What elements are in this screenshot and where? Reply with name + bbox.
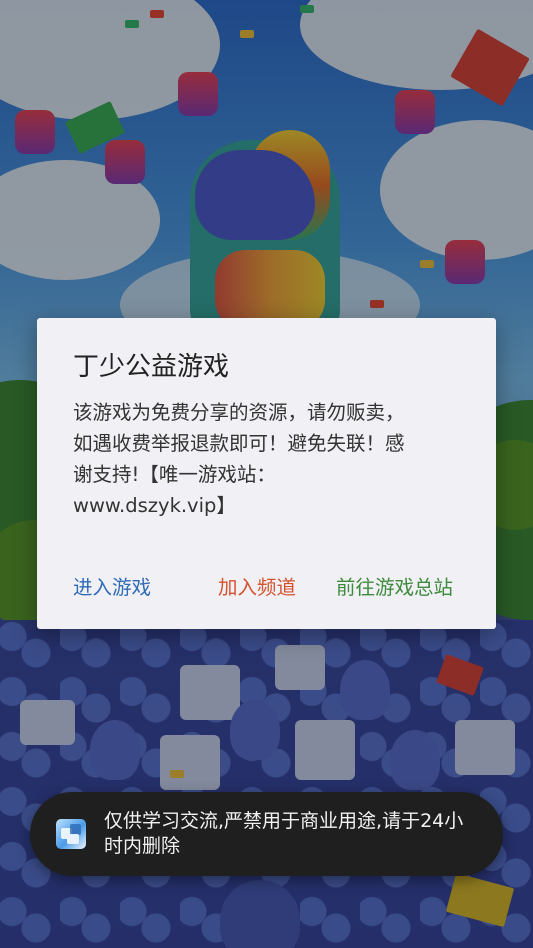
game-app-icon: [56, 819, 86, 849]
dialog-message: 该游戏为免费分享的资源，请勿贩卖，如遇收费举报退款即可！避免失联！感谢支持!【唯…: [73, 401, 405, 517]
toast-text: 仅供学习交流,严禁用于商业用途,请于24小时内删除: [104, 810, 464, 857]
dialog-title: 丁少公益游戏: [73, 352, 230, 382]
join-channel-button[interactable]: 加入频道: [218, 570, 296, 606]
dialog-button-bar: 进入游戏 加入频道 前往游戏总站: [37, 570, 496, 606]
enter-game-button[interactable]: 进入游戏: [73, 570, 151, 606]
toast-message: 仅供学习交流,严禁用于商业用途,请于24小时内删除: [30, 792, 503, 876]
go-portal-button[interactable]: 前往游戏总站: [336, 570, 453, 606]
notice-dialog: 丁少公益游戏 该游戏为免费分享的资源，请勿贩卖，如遇收费举报退款即可！避免失联！…: [37, 318, 496, 629]
